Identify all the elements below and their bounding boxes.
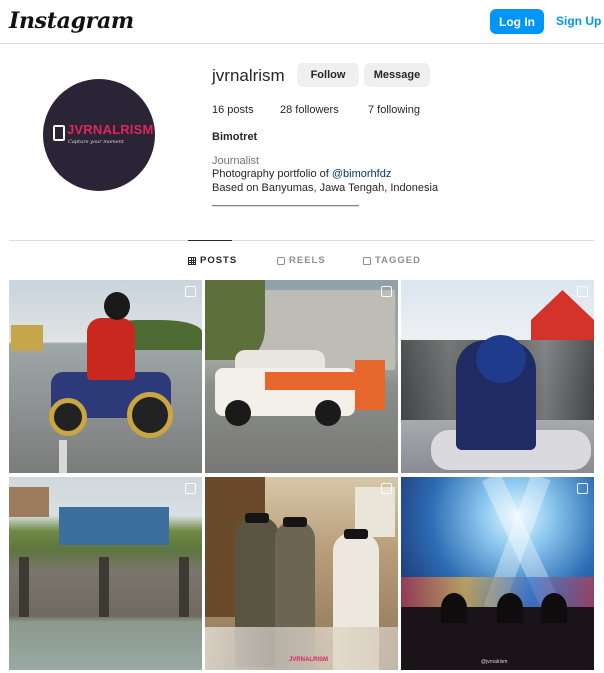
road-line-shape: [59, 440, 67, 473]
cap-shape: [344, 529, 368, 539]
tab-tagged-label: TAGGED: [375, 255, 421, 266]
camera-icon: [53, 125, 65, 141]
multiple-photos-icon: [381, 483, 392, 494]
bio-line-2: Based on Banyumas, Jawa Tengah, Indonesi…: [212, 182, 439, 194]
car-door-shape: [355, 360, 385, 410]
head-shape: [541, 593, 567, 623]
tab-reels-label: REELS: [289, 255, 326, 266]
rider-shape: [87, 318, 135, 380]
head-shape: [441, 593, 467, 623]
house-roof-shape: [9, 487, 49, 517]
post-watermark-brand: JVRNALRISM: [289, 657, 329, 663]
helmet-shape: [104, 292, 130, 320]
arch-shape: [531, 290, 594, 340]
tabs-divider: [9, 240, 594, 241]
following-count[interactable]: 7 following: [368, 104, 420, 116]
post-watermark: @jvrnalrism: [481, 659, 508, 665]
cap-shape: [245, 513, 269, 523]
followers-count[interactable]: 28 followers: [280, 104, 339, 116]
truck-shape: [11, 325, 43, 351]
instagram-logo[interactable]: Instagram: [9, 8, 134, 34]
login-button[interactable]: Log In: [490, 9, 544, 34]
posts-count: 16 posts: [212, 104, 254, 116]
multiple-photos-icon: [577, 483, 588, 494]
bio-line-3: ________________________: [212, 195, 359, 207]
profile-category: Journalist: [212, 155, 260, 167]
message-button[interactable]: Message: [364, 63, 430, 87]
bags-shape: [205, 627, 398, 670]
active-tab-indicator: [188, 240, 232, 241]
tab-tagged[interactable]: TAGGED: [363, 255, 421, 266]
avatar-tagline: Capture your moment: [68, 139, 124, 145]
post-thumbnail-4[interactable]: [9, 477, 202, 670]
avatar-brand-text: JVRNALRISM: [67, 122, 154, 137]
wheel-shape: [49, 398, 87, 436]
post-thumbnail-6[interactable]: @jvrnalrism: [401, 477, 594, 670]
profile-avatar[interactable]: JVRNALRISM Capture your moment: [43, 79, 155, 191]
pillar-shape: [19, 557, 29, 617]
signup-link[interactable]: Sign Up: [556, 14, 601, 28]
bio-text: Photography portfolio of: [212, 168, 332, 180]
follow-button[interactable]: Follow: [297, 63, 359, 87]
top-navigation-bar: Instagram Log In Sign Up: [0, 0, 604, 44]
post-thumbnail-5[interactable]: JVRNALRISM: [205, 477, 398, 670]
grid-icon: [188, 256, 196, 265]
dam-structure-shape: [59, 507, 169, 545]
multiple-photos-icon: [185, 286, 196, 297]
multiple-photos-icon: [185, 483, 196, 494]
reels-icon: [277, 256, 285, 265]
pillar-shape: [179, 557, 189, 617]
cap-shape: [283, 517, 307, 527]
profile-username: jvrnalrism: [212, 66, 285, 85]
tab-reels[interactable]: REELS: [277, 255, 326, 266]
post-thumbnail-1[interactable]: [9, 280, 202, 473]
head-shape: [497, 593, 523, 623]
tyre-shape: [315, 400, 341, 426]
post-thumbnail-3[interactable]: [401, 280, 594, 473]
tag-icon: [363, 256, 371, 265]
pillar-shape: [99, 557, 109, 617]
tyre-shape: [225, 400, 251, 426]
post-thumbnail-2[interactable]: [205, 280, 398, 473]
multiple-photos-icon: [577, 286, 588, 297]
tab-posts[interactable]: POSTS: [188, 255, 237, 266]
wheel-shape: [127, 392, 173, 438]
car-stripe-shape: [265, 372, 355, 390]
bio-mention-link[interactable]: @bimorhfdz: [332, 168, 391, 180]
multiple-photos-icon: [381, 286, 392, 297]
helmet-shape: [476, 335, 526, 383]
bio-line-1: Photography portfolio of @bimorhfdz: [212, 168, 391, 180]
tree-shape: [205, 280, 265, 360]
profile-full-name: Bimotret: [212, 131, 258, 143]
tab-posts-label: POSTS: [200, 255, 238, 266]
